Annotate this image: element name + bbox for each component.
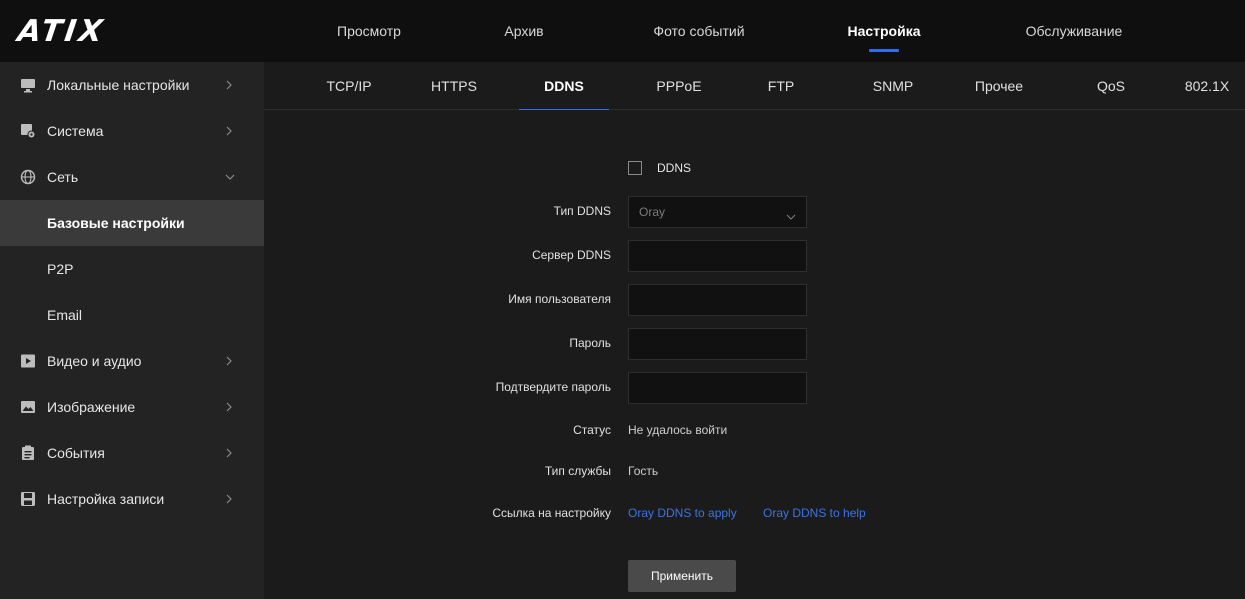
tab-snmp[interactable]: SNMP (848, 62, 938, 110)
sidebar-item-label: Изображение (47, 399, 136, 415)
confirm-password-label: Подтвердите пароль (495, 380, 611, 394)
sidebar-item-label: Настройка записи (47, 491, 165, 507)
tab-label: PPPoE (656, 78, 702, 94)
brand-logo: ATIX (0, 0, 264, 62)
confirm-password-input[interactable] (628, 372, 807, 404)
chevron-down-icon (225, 169, 235, 185)
sidebar-subitem-basic-settings[interactable]: Базовые настройки (0, 200, 264, 246)
top-nav: Просмотр Архив Фото событий Настройка Об… (264, 0, 1245, 62)
setup-link-label: Ссылка на настройку (492, 506, 611, 520)
nav-item-label: Настройка (847, 23, 921, 39)
sidebar-subitem-email[interactable]: Email (0, 292, 264, 338)
sidebar-item-system[interactable]: Система (0, 108, 264, 154)
network-tabs: TCP/IP HTTPS DDNS PPPoE FTP SNMP Прочее … (264, 62, 1245, 111)
ddns-enable-checkbox[interactable] (628, 161, 642, 175)
nav-item-maintenance[interactable]: Обслуживание (1009, 0, 1139, 62)
ddns-enable-label: DDNS (657, 161, 692, 175)
password-label: Пароль (569, 336, 611, 350)
chevron-right-icon (225, 123, 235, 139)
app-root: ATIX Просмотр Архив Фото событий Настрой… (0, 0, 1245, 599)
sidebar-item-network[interactable]: Сеть (0, 154, 264, 200)
sidebar-item-label: Сеть (47, 169, 79, 185)
oray-apply-link[interactable]: Oray DDNS to apply (628, 506, 737, 520)
password-input[interactable] (628, 328, 807, 360)
system-settings-icon (20, 123, 36, 139)
username-label: Имя пользователя (508, 292, 611, 306)
chevron-right-icon (225, 445, 235, 461)
network-globe-icon (20, 169, 36, 185)
username-input[interactable] (628, 284, 807, 316)
sidebar-item-local-settings[interactable]: Локальные настройки (0, 62, 264, 108)
tab-label: SNMP (872, 78, 914, 94)
service-type-label: Тип службы (544, 464, 611, 478)
tab-8021x[interactable]: 802.1X (1169, 62, 1245, 110)
tab-ddns[interactable]: DDNS (519, 62, 609, 111)
chevron-right-icon (225, 491, 235, 507)
sidebar-item-video-audio[interactable]: Видео и аудио (0, 338, 264, 384)
chevron-right-icon (225, 77, 235, 93)
tab-qos[interactable]: QoS (1066, 62, 1156, 110)
nav-item-label: Обслуживание (1025, 23, 1123, 39)
tab-ftp[interactable]: FTP (736, 62, 826, 110)
oray-help-link[interactable]: Oray DDNS to help (763, 506, 866, 520)
status-label: Статус (573, 423, 611, 437)
nav-item-settings[interactable]: Настройка (829, 0, 939, 62)
tab-https[interactable]: HTTPS (409, 62, 499, 110)
logo-text: ATIX (15, 13, 108, 49)
ddns-server-input[interactable] (628, 240, 807, 272)
sidebar-item-label: Локальные настройки (47, 77, 190, 93)
video-play-icon (20, 353, 36, 369)
tab-label: TCP/IP (326, 78, 372, 94)
tab-label: QoS (1096, 78, 1125, 94)
chevron-down-icon (786, 208, 796, 220)
monitor-icon (20, 77, 36, 93)
sidebar-item-label: Система (47, 123, 104, 139)
chevron-right-icon (225, 399, 235, 415)
ddns-type-value: Oray (639, 205, 666, 219)
ddns-type-label: Тип DDNS (553, 204, 611, 218)
ddns-type-select[interactable]: Oray (628, 196, 807, 228)
sidebar: Локальные настройки Система Сеть Базовые… (0, 62, 264, 599)
nav-item-event-photos[interactable]: Фото событий (634, 0, 764, 62)
sidebar-subitem-label: Базовые настройки (47, 215, 185, 231)
nav-item-view[interactable]: Просмотр (314, 0, 424, 62)
tab-other[interactable]: Прочее (954, 62, 1044, 110)
nav-item-label: Архив (504, 23, 544, 39)
tab-label: HTTPS (431, 78, 477, 94)
sidebar-item-label: События (47, 445, 105, 461)
ddns-form: DDNS Тип DDNS Oray Сервер DDNS Имя польз… (264, 110, 1245, 599)
sidebar-item-recording-settings[interactable]: Настройка записи (0, 476, 264, 522)
sidebar-item-events[interactable]: События (0, 430, 264, 476)
sidebar-item-label: Видео и аудио (47, 353, 142, 369)
tab-label: Прочее (974, 78, 1024, 94)
floppy-disk-icon (20, 491, 36, 507)
tab-label: 802.1X (1184, 78, 1230, 94)
tab-label: FTP (767, 78, 795, 94)
sidebar-subitem-label: P2P (47, 261, 74, 277)
image-icon (20, 399, 36, 415)
apply-button[interactable]: Применить (628, 560, 736, 592)
sidebar-subitem-p2p[interactable]: P2P (0, 246, 264, 292)
top-header: ATIX Просмотр Архив Фото событий Настрой… (0, 0, 1245, 62)
nav-active-indicator (869, 49, 899, 52)
sidebar-subitem-label: Email (47, 307, 83, 323)
tab-label: DDNS (544, 78, 584, 94)
nav-item-archive[interactable]: Архив (469, 0, 579, 62)
chevron-right-icon (225, 353, 235, 369)
sidebar-item-image[interactable]: Изображение (0, 384, 264, 430)
tab-pppoe[interactable]: PPPoE (634, 62, 724, 110)
clipboard-icon (20, 445, 36, 461)
ddns-server-label: Сервер DDNS (532, 248, 611, 262)
nav-item-label: Фото событий (653, 23, 745, 39)
status-value: Не удалось войти (628, 423, 728, 437)
tab-tcpip[interactable]: TCP/IP (304, 62, 394, 110)
nav-item-label: Просмотр (337, 23, 401, 39)
service-type-value: Гость (628, 464, 659, 478)
